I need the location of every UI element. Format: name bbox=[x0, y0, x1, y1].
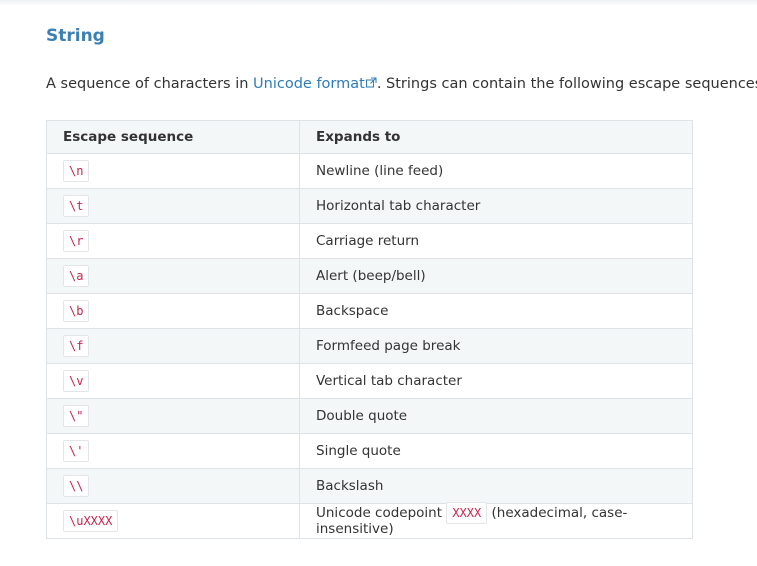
escape-cell: \r bbox=[46, 223, 300, 259]
escape-code: \" bbox=[63, 405, 90, 427]
escape-code: \t bbox=[63, 195, 90, 217]
table-row: \a Alert (beep/bell) bbox=[46, 258, 693, 294]
description-cell: Carriage return bbox=[299, 223, 693, 259]
escape-cell: \' bbox=[46, 433, 300, 469]
escape-code: \n bbox=[63, 160, 90, 182]
escape-cell: \t bbox=[46, 188, 300, 224]
external-link-icon bbox=[365, 77, 377, 88]
table-row: \" Double quote bbox=[46, 398, 693, 434]
table-row: \t Horizontal tab character bbox=[46, 188, 693, 224]
description-cell: Unicode codepoint XXXX (hexadecimal, cas… bbox=[299, 502, 693, 539]
description-cell: Backspace bbox=[299, 293, 693, 329]
column-header-escape-sequence: Escape sequence bbox=[46, 120, 300, 154]
description-cell: Single quote bbox=[299, 433, 693, 469]
intro-text-after: . Strings can contain the following esca… bbox=[376, 76, 757, 92]
inline-code: XXXX bbox=[446, 502, 488, 524]
table-row: \b Backspace bbox=[46, 293, 693, 329]
description-cell: Horizontal tab character bbox=[299, 188, 693, 224]
table-header-row: Escape sequence Expands to bbox=[46, 120, 693, 154]
intro-text-before: A sequence of characters in bbox=[46, 76, 254, 92]
top-shadow bbox=[0, 0, 757, 6]
escape-code: \b bbox=[63, 300, 90, 322]
table-row: \' Single quote bbox=[46, 433, 693, 469]
description-cell: Vertical tab character bbox=[299, 363, 693, 399]
escape-cell: \uXXXX bbox=[46, 503, 300, 539]
escape-code: \uXXXX bbox=[63, 510, 119, 532]
escape-sequence-table: Escape sequence Expands to \n Newline (l… bbox=[46, 120, 693, 539]
escape-cell: \v bbox=[46, 363, 300, 399]
description-text-before: Unicode codepoint bbox=[316, 505, 447, 521]
escape-cell: \n bbox=[46, 153, 300, 189]
table-row: \n Newline (line feed) bbox=[46, 153, 693, 189]
escape-code: \f bbox=[63, 335, 90, 357]
description-cell: Formfeed page break bbox=[299, 328, 693, 364]
escape-cell: \a bbox=[46, 258, 300, 294]
table-row: \f Formfeed page break bbox=[46, 328, 693, 364]
escape-code: \' bbox=[63, 440, 90, 462]
table-row: \uXXXX Unicode codepoint XXXX (hexadecim… bbox=[46, 502, 693, 539]
escape-code: \a bbox=[63, 265, 90, 287]
table-row: \r Carriage return bbox=[46, 223, 693, 259]
intro-paragraph: A sequence of characters in Unicode form… bbox=[46, 74, 757, 94]
column-header-expands-to: Expands to bbox=[299, 120, 693, 154]
section-heading: String bbox=[46, 26, 105, 46]
escape-cell: \" bbox=[46, 398, 300, 434]
escape-code: \r bbox=[63, 230, 90, 252]
table-row: \v Vertical tab character bbox=[46, 363, 693, 399]
description-cell: Newline (line feed) bbox=[299, 153, 693, 189]
description-cell: Alert (beep/bell) bbox=[299, 258, 693, 294]
table-row: \\ Backslash bbox=[46, 468, 693, 504]
escape-code: \v bbox=[63, 370, 90, 392]
description-cell: Backslash bbox=[299, 468, 693, 504]
unicode-format-link[interactable]: Unicode format bbox=[253, 76, 377, 92]
escape-code: \\ bbox=[63, 475, 90, 497]
description-cell: Double quote bbox=[299, 398, 693, 434]
unicode-format-link-text[interactable]: Unicode format bbox=[253, 76, 365, 92]
escape-cell: \f bbox=[46, 328, 300, 364]
escape-cell: \b bbox=[46, 293, 300, 329]
escape-cell: \\ bbox=[46, 468, 300, 504]
